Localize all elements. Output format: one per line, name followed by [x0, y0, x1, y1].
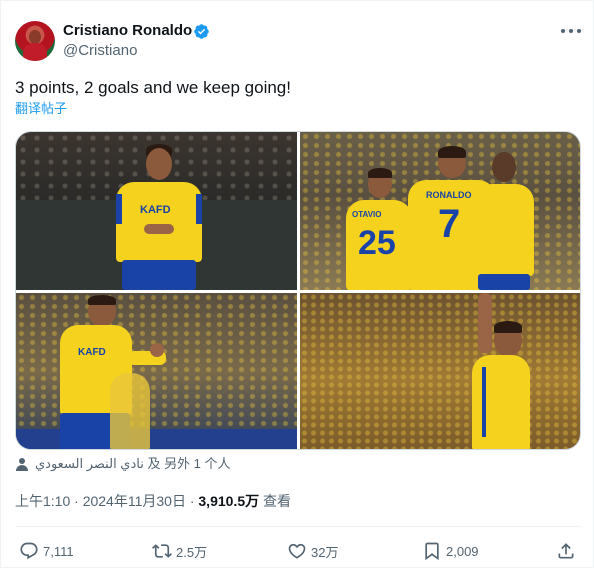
photo-4[interactable]	[300, 293, 580, 449]
photo-2[interactable]: OTAVIO 25 RONALDO 7	[300, 132, 580, 290]
author-handle[interactable]: @Cristiano	[63, 42, 137, 60]
reply-count: 7,111	[43, 543, 74, 559]
player-figure: KAFD	[108, 142, 208, 290]
jersey-number: 25	[358, 224, 396, 262]
translate-post-link[interactable]: 翻译帖子	[15, 101, 67, 117]
player-figure	[110, 353, 160, 449]
author-avatar[interactable]	[15, 21, 55, 61]
reply-icon	[20, 542, 38, 560]
player-figure	[472, 150, 538, 290]
person-icon	[15, 457, 29, 471]
jersey-name: RONALDO	[426, 190, 472, 200]
reply-button[interactable]: 7,111	[19, 539, 74, 563]
views-count: 3,910.5万	[198, 493, 260, 509]
like-count: 32万	[311, 544, 339, 560]
jersey-sponsor: KAFD	[140, 204, 171, 216]
repost-icon	[152, 544, 172, 558]
photo-1[interactable]: KAFD	[16, 132, 297, 290]
photo-3[interactable]: KAFD	[16, 293, 297, 449]
tweet-timestamp[interactable]: 上午1:10 · 2024年11月30日 ·	[15, 493, 198, 509]
avatar-face	[29, 30, 41, 44]
bookmark-button[interactable]: 2,009	[422, 539, 479, 563]
verified-badge-icon	[194, 24, 209, 39]
jersey-name: OTAVIO	[352, 210, 382, 219]
bookmark-count: 2,009	[446, 543, 479, 559]
views-label: 查看	[259, 493, 291, 509]
player-figure	[468, 293, 548, 449]
tweet-card: Cristiano Ronaldo @Cristiano 3 points, 2…	[0, 0, 594, 568]
tweet-meta: 上午1:10 · 2024年11月30日 · 3,910.5万 查看	[15, 492, 291, 510]
tagged-users[interactable]: نادي النصر السعودي 及 另外 1 个人	[15, 455, 231, 473]
tweet-text: 3 points, 2 goals and we keep going!	[15, 78, 291, 97]
author-name[interactable]: Cristiano Ronaldo	[63, 22, 192, 40]
media-grid: KAFD OTAVIO 25 RONALDO 7 KAFD	[15, 131, 581, 450]
avatar-body	[23, 43, 47, 61]
tagged-users-text: نادي النصر السعودي 及 另外 1 个人	[35, 456, 231, 471]
share-button[interactable]	[556, 539, 576, 563]
like-button[interactable]: 32万	[287, 539, 338, 563]
divider	[15, 526, 581, 527]
action-bar: 7,111 2.5万 32万 2,009	[1, 539, 594, 563]
more-options-icon[interactable]	[561, 23, 581, 39]
repost-button[interactable]: 2.5万	[152, 539, 207, 563]
jersey-number: 7	[438, 202, 461, 246]
heart-icon	[288, 543, 306, 559]
bookmark-icon	[425, 542, 439, 561]
jersey-sponsor: KAFD	[78, 347, 106, 358]
repost-count: 2.5万	[176, 544, 208, 560]
share-icon	[558, 543, 574, 559]
